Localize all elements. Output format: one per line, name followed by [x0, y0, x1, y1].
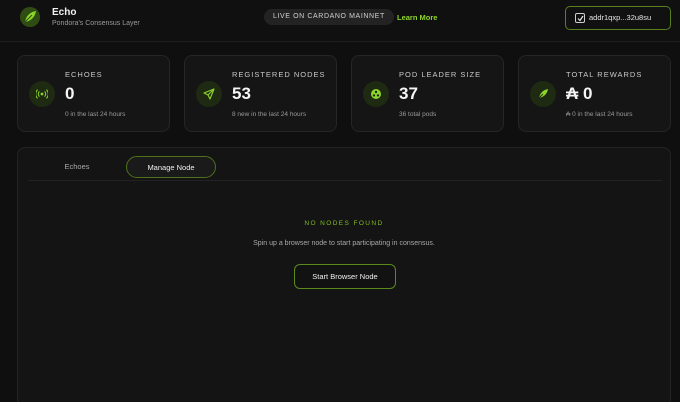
stat-value: 53: [232, 84, 251, 103]
checkbox-icon: [575, 13, 585, 23]
top-bar: Echo Pondora's Consensus Layer LIVE ON C…: [0, 0, 680, 42]
stat-label: POD LEADER SIZE: [399, 70, 482, 79]
leaf-icon: [530, 81, 556, 107]
signal-icon: [29, 81, 55, 107]
tab-manage-node[interactable]: Manage Node: [126, 156, 216, 178]
stat-label: REGISTERED NODES: [232, 70, 326, 79]
learn-more-link[interactable]: Learn More: [397, 13, 437, 22]
stat-card-pod-leader-size: POD LEADER SIZE 37 36 total pods: [351, 55, 504, 132]
send-icon: [196, 81, 222, 107]
stat-card-echoes: ECHOES 0 0 in the last 24 hours: [17, 55, 170, 132]
app-title: Echo: [52, 7, 77, 18]
wallet-address: addr1qxp...32u8su: [589, 13, 652, 22]
stat-subtext: 8 new in the last 24 hours: [232, 111, 307, 118]
stat-card-total-rewards: TOTAL REWARDS ₳ 0 ₳ 0 in the last 24 hou…: [518, 55, 671, 132]
stat-label: TOTAL REWARDS: [566, 70, 643, 79]
wallet-address-button[interactable]: addr1qxp...32u8su: [565, 6, 671, 30]
empty-state-title: NO NODES FOUND: [304, 220, 384, 227]
stat-label: ECHOES: [65, 70, 103, 79]
tab-echoes[interactable]: Echoes: [36, 156, 118, 178]
start-browser-node-button[interactable]: Start Browser Node: [294, 264, 396, 289]
stat-subtext: 0 in the last 24 hours: [65, 111, 126, 118]
stat-value: ₳ 0: [566, 84, 593, 103]
network-status-badge: LIVE ON CARDANO MAINNET: [264, 9, 394, 25]
stat-card-registered-nodes: REGISTERED NODES 53 8 new in the last 24…: [184, 55, 337, 132]
empty-state-description: Spin up a browser node to start particip…: [253, 240, 435, 247]
stat-value: 0: [65, 84, 75, 103]
leaf-logo-icon[interactable]: [20, 7, 40, 27]
stat-subtext: ₳ 0 in the last 24 hours: [566, 111, 633, 118]
app-subtitle: Pondora's Consensus Layer: [52, 20, 140, 27]
stat-subtext: 36 total pods: [399, 111, 437, 118]
pod-icon: [363, 81, 389, 107]
tab-bar: Echoes Manage Node: [28, 155, 662, 181]
stat-value: 37: [399, 84, 418, 103]
node-panel: Echoes Manage Node NO NODES FOUND Spin u…: [17, 147, 671, 402]
